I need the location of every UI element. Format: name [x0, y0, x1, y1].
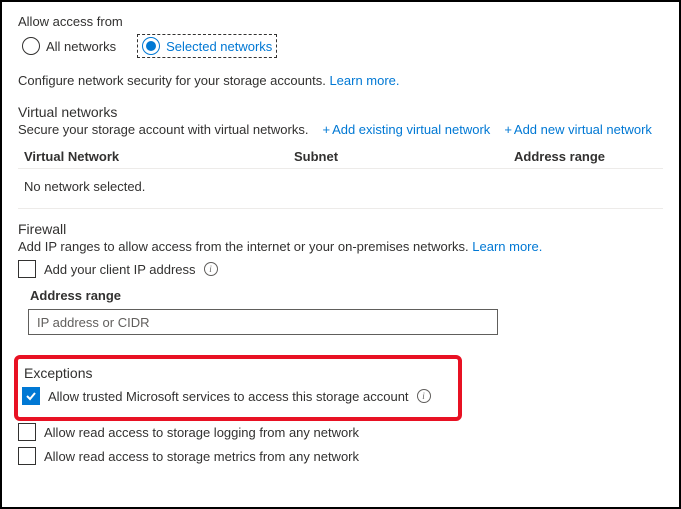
logging-checkbox[interactable]: Allow read access to storage logging fro… — [18, 423, 663, 441]
config-learn-more-link[interactable]: Learn more. — [329, 73, 399, 88]
add-existing-label: Add existing virtual network — [332, 122, 490, 137]
add-new-label: Add new virtual network — [514, 122, 652, 137]
radio-off-icon — [22, 37, 40, 55]
plus-icon: + — [322, 122, 330, 137]
vn-col-range: Address range — [514, 149, 657, 164]
checkbox-unchecked-icon — [18, 260, 36, 278]
add-client-ip-label: Add your client IP address — [44, 262, 196, 277]
radio-all-networks[interactable]: All networks — [18, 35, 120, 57]
add-client-ip-checkbox[interactable]: Add your client IP address i — [18, 260, 663, 278]
vn-col-network: Virtual Network — [24, 149, 294, 164]
address-range-input[interactable] — [28, 309, 498, 335]
add-existing-vn-link[interactable]: +Add existing virtual network — [322, 122, 490, 137]
info-icon[interactable]: i — [417, 389, 431, 403]
config-desc-row: Configure network security for your stor… — [18, 73, 663, 88]
firewall-desc-text: Add IP ranges to allow access from the i… — [18, 239, 469, 254]
info-icon[interactable]: i — [204, 262, 218, 276]
access-from-title: Allow access from — [18, 14, 663, 29]
checkbox-unchecked-icon — [18, 447, 36, 465]
radio-selected-label: Selected networks — [166, 39, 272, 54]
access-radio-group: All networks Selected networks — [18, 35, 663, 57]
firewall-learn-more-link[interactable]: Learn more. — [472, 239, 542, 254]
config-desc-text: Configure network security for your stor… — [18, 73, 326, 88]
metrics-checkbox[interactable]: Allow read access to storage metrics fro… — [18, 447, 663, 465]
radio-on-icon — [142, 37, 160, 55]
logging-label: Allow read access to storage logging fro… — [44, 425, 359, 440]
metrics-label: Allow read access to storage metrics fro… — [44, 449, 359, 464]
vn-table-header: Virtual Network Subnet Address range — [18, 145, 663, 169]
trusted-services-checkbox[interactable]: Allow trusted Microsoft services to acce… — [22, 387, 450, 405]
firewall-heading: Firewall — [18, 221, 663, 237]
exceptions-section: Exceptions Allow trusted Microsoft servi… — [18, 355, 663, 465]
vn-heading: Virtual networks — [18, 104, 663, 120]
firewall-desc-row: Add IP ranges to allow access from the i… — [18, 239, 663, 254]
vn-desc: Secure your storage account with virtual… — [18, 122, 308, 137]
add-new-vn-link[interactable]: +Add new virtual network — [504, 122, 652, 137]
radio-selected-networks[interactable]: Selected networks — [138, 35, 276, 57]
exceptions-heading: Exceptions — [22, 365, 450, 381]
address-range-label: Address range — [30, 288, 663, 303]
vn-col-subnet: Subnet — [294, 149, 514, 164]
exceptions-highlight: Exceptions Allow trusted Microsoft servi… — [14, 355, 462, 421]
vn-table: Virtual Network Subnet Address range No … — [18, 145, 663, 209]
vn-empty-row: No network selected. — [18, 169, 663, 209]
checkbox-unchecked-icon — [18, 423, 36, 441]
checkbox-checked-icon — [22, 387, 40, 405]
radio-all-label: All networks — [46, 39, 116, 54]
trusted-services-label: Allow trusted Microsoft services to acce… — [48, 389, 409, 404]
plus-icon: + — [504, 122, 512, 137]
vn-subrow: Secure your storage account with virtual… — [18, 122, 663, 137]
